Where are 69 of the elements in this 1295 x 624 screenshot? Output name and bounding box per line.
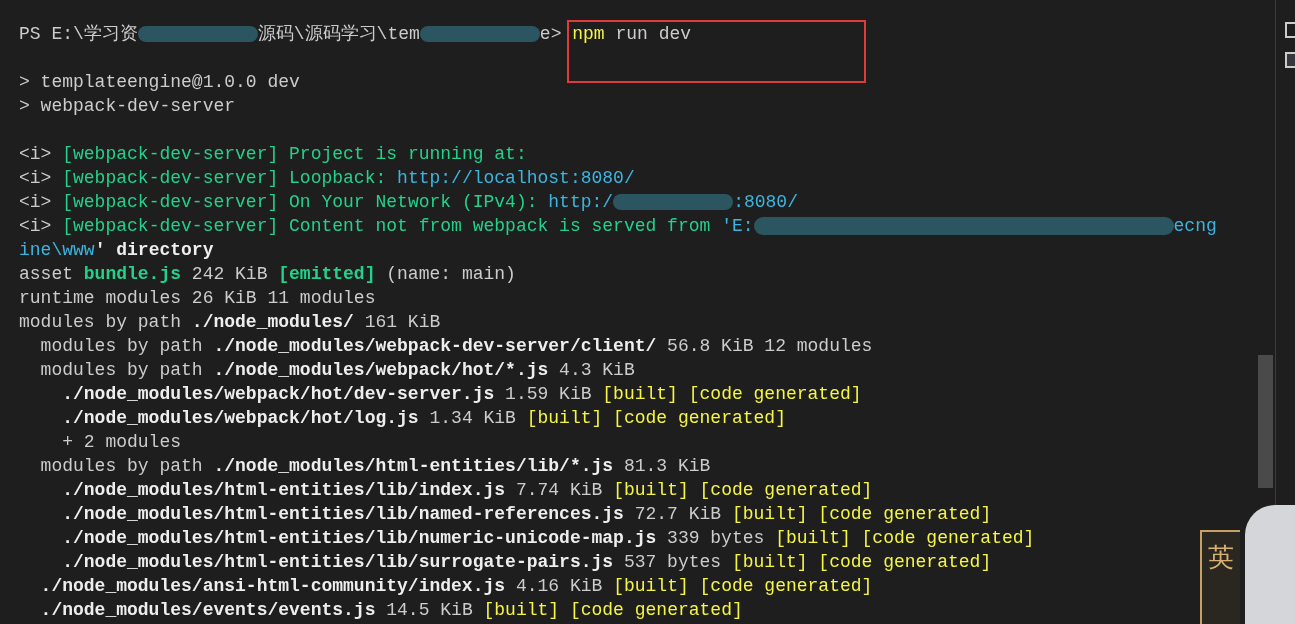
terminal-text: ./node_modules/html-entities/lib/index.js [61, 480, 506, 500]
terminal-text: > templateengine@1.0.0 dev [19, 72, 300, 92]
terminal-text: [emitted] [278, 264, 376, 284]
terminal-text: :8080/ [733, 192, 798, 212]
terminal-text: npm [572, 24, 605, 44]
terminal-text: run dev [614, 24, 692, 44]
terminal-text: <i> [19, 192, 53, 212]
terminal-text: <i> [19, 168, 53, 188]
terminal-text: e> [539, 24, 563, 44]
terminal-text: > webpack-dev-server [19, 96, 236, 116]
terminal-text: [built] [code generated] [602, 384, 862, 404]
terminal-text: http://localhost:8080/ [397, 168, 635, 188]
terminal-text: 72.7 KiB [633, 504, 723, 524]
terminal-text: [webpack-dev-server] Loopback: [62, 168, 388, 188]
terminal-text: [built] [code generated] [613, 576, 873, 596]
terminal-text: ./node_modules/html-entities/lib/surrogate-pairs.js [61, 552, 614, 572]
terminal-text: 242 KiB [190, 264, 269, 284]
terminal-text: ./node_modules/html-entities/lib/named-references.js [61, 504, 624, 524]
terminal-text: 4.3 KiB [558, 360, 635, 380]
terminal-text: ./node_modules/html-entities/lib/*.js [213, 456, 614, 476]
terminal-text: 1.59 KiB [504, 384, 593, 404]
terminal-text: modules by path [39, 336, 204, 356]
terminal-tab-icon[interactable] [1285, 22, 1295, 38]
terminal-text: [webpack-dev-server] On Your Network (IPv4): [62, 192, 539, 212]
terminal-text: 'E: [721, 216, 754, 236]
terminal-text: ./node_modules/ansi-html-community/index.js [39, 576, 506, 596]
terminal-text: 7.74 KiB [514, 480, 604, 500]
terminal-text: [built] [code generated] [775, 528, 1035, 548]
terminal-text: [built] [code generated] [526, 408, 786, 428]
terminal-text: <i> [19, 216, 53, 236]
terminal-text: 81.3 KiB [622, 456, 711, 476]
terminal-text: http:/ [548, 192, 614, 212]
terminal-text: modules by path [39, 456, 204, 476]
terminal-text: ./node_modules/webpack/hot/log.js [61, 408, 419, 428]
scrollbar-thumb[interactable] [1258, 355, 1273, 488]
terminal-text: ./node_modules/webpack/hot/*.js [213, 360, 549, 380]
terminal-text: [built] [code generated] [731, 552, 992, 572]
terminal-text: modules by path [39, 360, 204, 380]
terminal-text: 1.34 KiB [428, 408, 517, 428]
terminal-text: ./node_modules/webpack-dev-server/client/ [213, 336, 657, 356]
terminal-text: ./node_modules/html-entities/lib/numeric-unicode-map.js [61, 528, 657, 548]
terminal-text: 56.8 KiB 12 modules [666, 336, 873, 356]
terminal-text: 537 bytes [622, 552, 723, 572]
terminal-text: 161 KiB [363, 312, 441, 332]
terminal-text: 339 bytes [666, 528, 766, 548]
terminal-text: 14.5 KiB [385, 600, 474, 620]
terminal-text: runtime modules 26 KiB 11 modules [19, 288, 376, 308]
terminal-text: [webpack-dev-server] Project is running at: [62, 144, 527, 164]
terminal-text: [webpack-dev-server] Content not from webpack is served from [62, 216, 712, 236]
terminal-text: + 2 modules [61, 432, 182, 452]
terminal-text: ./node_modules/ [191, 312, 354, 332]
ime-badge[interactable]: 英 [1200, 530, 1240, 624]
terminal-text: ./node_modules/events/events.js [39, 600, 376, 620]
terminal-tab-icon[interactable] [1285, 52, 1295, 68]
terminal-text: 4.16 KiB [514, 576, 604, 596]
terminal-text: ./node_modules/webpack/hot/dev-server.js [61, 384, 495, 404]
terminal-text: [built] [code generated] [483, 600, 743, 620]
terminal-text: PS E:\学习资 [19, 24, 138, 44]
terminal-text: bundle.js [83, 264, 182, 284]
terminal-text: 源码\源码学习\tem [257, 24, 420, 44]
terminal-text: [built] [code generated] [613, 480, 873, 500]
terminal-text: modules by path [19, 312, 183, 332]
terminal-text: ' directory [94, 240, 214, 260]
terminal-text: asset [19, 264, 74, 284]
terminal-text: (name: main) [385, 264, 516, 284]
terminal-text: ecng [1173, 216, 1217, 236]
terminal-text: ine\www [19, 240, 95, 260]
terminal-text: <i> [19, 144, 53, 164]
terminal-text: [built] [code generated] [731, 504, 992, 524]
